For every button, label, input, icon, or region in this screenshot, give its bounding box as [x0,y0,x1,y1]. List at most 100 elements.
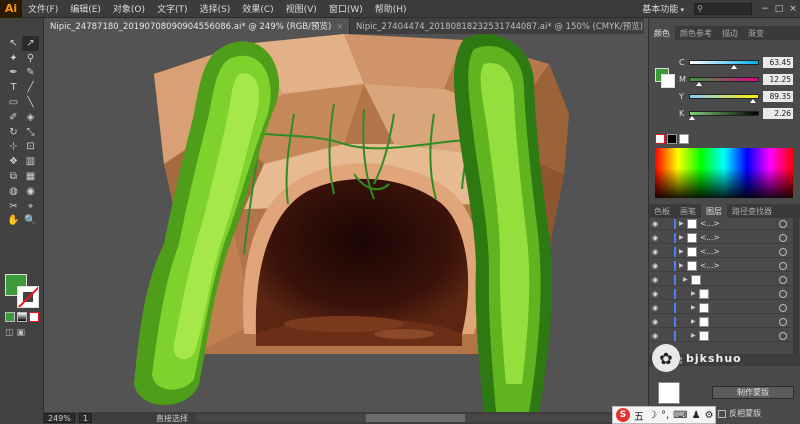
tab-pathfinder[interactable]: 路径查找器 [727,204,777,218]
none-mode-button[interactable] [29,312,39,322]
tool-5-icon[interactable]: ✎ [22,66,39,81]
slider-track[interactable] [689,76,759,86]
color-mode-button[interactable] [5,312,15,322]
visibility-eye-icon[interactable]: ◉ [649,318,661,326]
target-circle-icon[interactable] [779,233,787,242]
object-thumbnail[interactable] [658,382,680,404]
stroke-swatch[interactable] [17,286,39,308]
canvas[interactable] [44,34,648,412]
slider-k[interactable]: K 2.26 [679,107,797,120]
tool-9-icon[interactable]: ╲ [22,95,39,110]
keyboard-icon[interactable]: ⌨ [673,410,687,421]
slider-knob[interactable] [749,98,756,103]
minimize-button[interactable]: − [758,4,772,14]
slider-y[interactable]: Y 89.35 [679,90,797,103]
target-circle-icon[interactable] [779,317,787,326]
tab-brushes[interactable]: 画笔 [675,204,701,218]
target-circle-icon[interactable] [779,303,787,312]
menu-view[interactable]: 视图(V) [280,2,323,15]
person-icon[interactable]: ♟ [692,410,701,421]
target-circle-icon[interactable] [779,219,787,228]
layer-row[interactable]: ◉ ▶ <...> [649,218,800,230]
tool-6-icon[interactable]: T [5,80,22,95]
tool-20-icon[interactable]: ◍ [5,184,22,199]
tool-17-icon[interactable]: ▥ [22,154,39,169]
panel-stroke-swatch[interactable] [661,74,675,88]
layers-scrollbar[interactable] [793,218,799,358]
horizontal-scrollbar[interactable] [195,414,644,422]
tab-color[interactable]: 颜色 [649,26,675,40]
menu-type[interactable]: 文字(T) [151,2,194,15]
draw-mode-icon[interactable]: ◫ [5,328,14,338]
slider-c[interactable]: C 63.45 [679,56,797,69]
layer-row[interactable]: ◉ ▶ <...> [649,232,800,244]
menu-help[interactable]: 帮助(H) [369,2,413,15]
artboard-field[interactable]: 1 [78,413,92,423]
moon-icon[interactable]: ☽ [648,410,657,421]
tool-7-icon[interactable]: ╱ [22,80,39,95]
tool-10-icon[interactable]: ✐ [5,110,22,125]
menu-select[interactable]: 选择(S) [194,2,237,15]
tool-22-icon[interactable]: ✂ [5,199,22,214]
visibility-eye-icon[interactable]: ◉ [649,304,661,312]
expand-arrow-icon[interactable]: ▶ [679,248,687,255]
layer-row[interactable]: ◉ ▶ [649,274,800,286]
target-circle-icon[interactable] [779,247,787,256]
tool-18-icon[interactable]: ⧉ [5,169,22,184]
channel-value-input[interactable]: 89.35 [763,90,793,102]
black-swatch[interactable] [667,134,677,144]
slider-knob[interactable] [731,64,738,69]
tool-0-icon[interactable]: ↖ [5,36,22,51]
screen-mode-icon[interactable]: ▣ [17,328,26,338]
tab-gradient[interactable]: 渐变 [743,26,769,40]
layer-row[interactable]: ◉ ▶ <...> [649,260,800,272]
expand-arrow-icon[interactable]: ▶ [683,276,691,283]
make-mask-button[interactable]: 制作蒙版 [712,386,794,399]
ime-logo-icon[interactable]: S [616,408,630,422]
expand-arrow-icon[interactable]: ▶ [679,262,687,269]
slider-knob[interactable] [688,115,695,120]
tab-layers[interactable]: 图层 [701,204,727,218]
expand-arrow-icon[interactable]: ▶ [691,304,699,311]
color-spectrum[interactable] [655,148,793,198]
tool-19-icon[interactable]: ▦ [22,169,39,184]
slider-track[interactable] [688,110,759,120]
search-input[interactable]: ⚲ [694,2,752,15]
tool-2-icon[interactable]: ✦ [5,51,22,66]
expand-arrow-icon[interactable]: ▶ [691,318,699,325]
ime-mode[interactable]: 五 [634,408,644,423]
tool-13-icon[interactable]: ⤡ [22,125,39,140]
visibility-eye-icon[interactable]: ◉ [649,220,661,228]
tool-1-icon[interactable]: ↗ [22,36,39,51]
settings-icon[interactable]: ⚙ [705,410,714,421]
layer-row[interactable]: ◉ ▶ [649,288,800,300]
channel-value-input[interactable]: 63.45 [763,56,793,68]
tool-16-icon[interactable]: ❖ [5,154,22,169]
close-icon[interactable]: × [336,22,343,31]
target-circle-icon[interactable] [779,289,787,298]
menu-object[interactable]: 对象(O) [107,2,151,15]
slider-track[interactable] [689,93,759,103]
slider-knob[interactable] [695,81,702,86]
expand-arrow-icon[interactable]: ▶ [691,290,699,297]
menu-edit[interactable]: 编辑(E) [64,2,107,15]
tab-document-2[interactable]: Nipic_27404474_20180818232531744087.ai* … [350,18,662,34]
tool-11-icon[interactable]: ◈ [22,110,39,125]
menu-window[interactable]: 窗口(W) [323,2,369,15]
tab-stroke[interactable]: 描边 [717,26,743,40]
tool-8-icon[interactable]: ▭ [5,95,22,110]
close-button[interactable]: × [786,4,800,14]
tool-4-icon[interactable]: ✒ [5,66,22,81]
tool-12-icon[interactable]: ↻ [5,125,22,140]
tool-23-icon[interactable]: ⌖ [22,199,39,214]
invert-mask-checkbox[interactable] [718,409,726,418]
tool-21-icon[interactable]: ◉ [22,184,39,199]
target-circle-icon[interactable] [779,275,787,284]
visibility-eye-icon[interactable]: ◉ [649,276,661,284]
channel-value-input[interactable]: 2.26 [763,107,793,119]
expand-arrow-icon[interactable]: ▶ [679,220,687,227]
menu-file[interactable]: 文件(F) [22,2,64,15]
tool-14-icon[interactable]: ⊹ [5,140,22,155]
visibility-eye-icon[interactable]: ◉ [649,290,661,298]
invert-mask-option[interactable]: 反相蒙版 [718,408,761,419]
